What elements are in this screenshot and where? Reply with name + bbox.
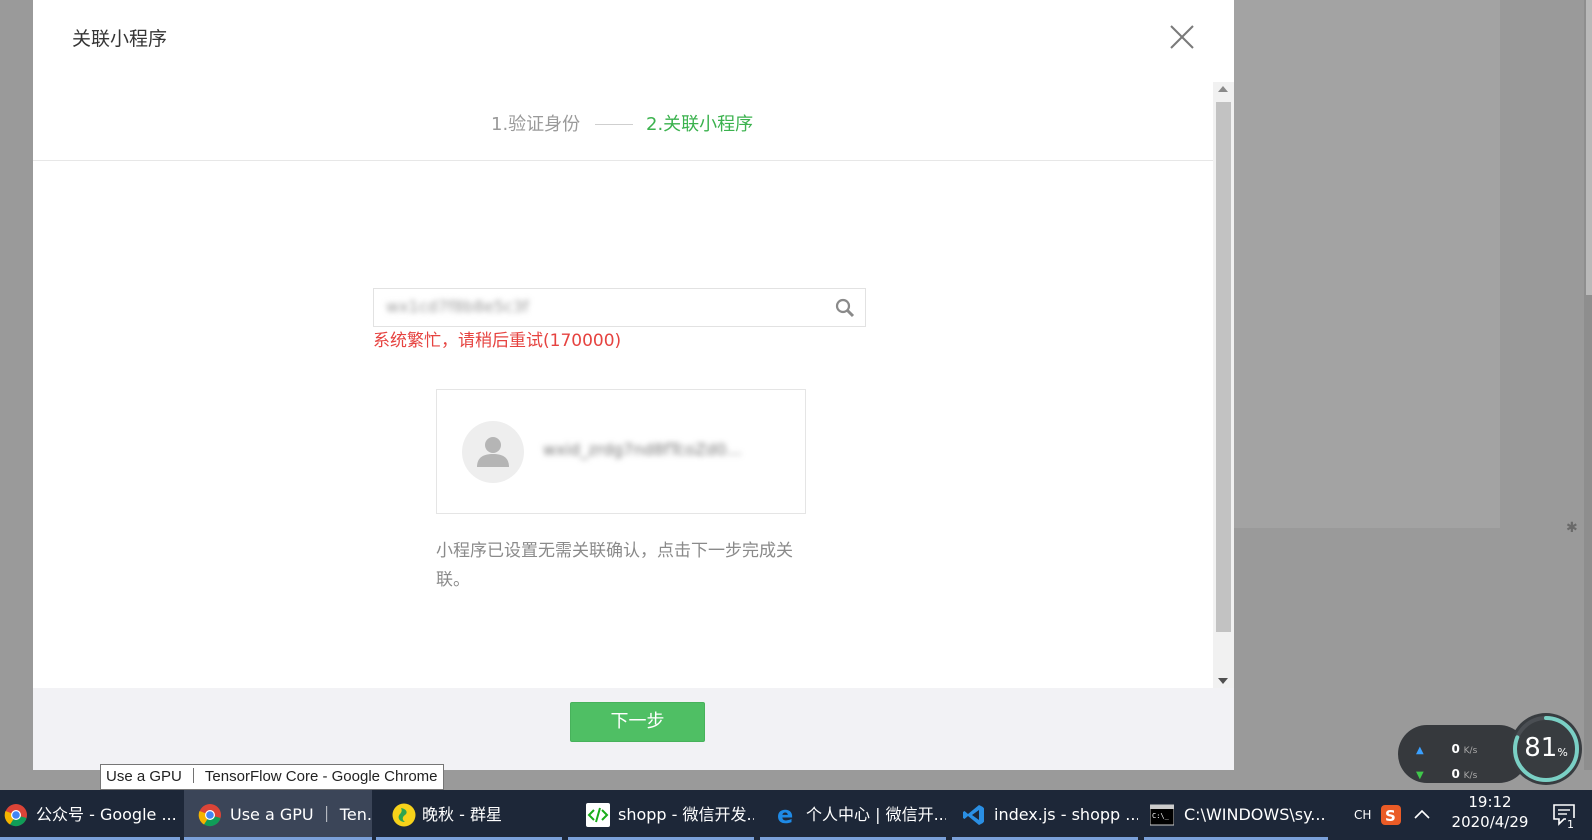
- network-speed-panel: ▲ 0 K/s ▼ 0 K/s: [1398, 725, 1528, 783]
- notification-center-button[interactable]: 1: [1546, 790, 1586, 840]
- download-speed-value: 0: [1451, 767, 1460, 781]
- taskbar-item-vscode[interactable]: index.js - shopp ...: [952, 790, 1138, 840]
- taskbar-item-chrome-tensorflow[interactable]: Use a GPU ｜ Ten...: [184, 790, 372, 840]
- music-player-icon: [392, 803, 416, 827]
- avatar: [462, 421, 524, 483]
- svg-text:e: e: [777, 803, 793, 827]
- miniprogram-name: wxid_zrdg7nd8fTcoZd0...: [543, 440, 742, 459]
- step-indicator: 1.验证身份 2.关联小程序: [33, 110, 1213, 142]
- upload-speed-unit: K/s: [1463, 746, 1478, 756]
- background-panel: [1214, 0, 1500, 528]
- taskbar-item-label: 晚秋 - 群星: [422, 805, 502, 824]
- scroll-up-arrow-icon[interactable]: [1218, 86, 1228, 92]
- dialog-scrollbar[interactable]: [1213, 82, 1234, 688]
- taskbar-item-label: 个人中心 | 微信开...: [806, 805, 946, 824]
- step-link-miniprogram: 2.关联小程序: [646, 114, 754, 135]
- taskbar-item-label: Use a GPU ｜ Ten...: [230, 805, 372, 824]
- edge-icon: e: [777, 803, 793, 827]
- taskbar-item-label: index.js - shopp ...: [994, 805, 1138, 824]
- wechat-devtools-icon: [586, 803, 610, 827]
- vscode-icon: [963, 805, 984, 825]
- taskbar: 公众号 - Google ... Use a GPU ｜ Ten... 晚秋 -…: [0, 790, 1592, 840]
- search-error-message: 系统繁忙，请稍后重试(170000): [373, 331, 622, 351]
- taskbar-item-wechat-devtools[interactable]: shopp - 微信开发...: [568, 790, 754, 840]
- close-button[interactable]: [1167, 22, 1197, 52]
- download-speed: ▼ 0 K/s: [1416, 767, 1477, 781]
- notification-count: 1: [1566, 818, 1575, 831]
- scroll-down-arrow-icon[interactable]: [1218, 678, 1228, 684]
- show-hidden-icons-button[interactable]: [1412, 790, 1434, 840]
- dialog-title: 关联小程序: [72, 28, 168, 50]
- sogou-icon: S: [1381, 805, 1401, 825]
- memory-usage-gauge[interactable]: 81%: [1510, 713, 1582, 785]
- appid-search-input[interactable]: wx1cd7f8b8e5c3f: [373, 288, 866, 327]
- close-icon[interactable]: [1167, 22, 1197, 52]
- step-verify-identity: 1.验证身份: [491, 114, 581, 135]
- clock-time: 19:12: [1468, 793, 1512, 811]
- gauge-value: 81%: [1510, 733, 1582, 763]
- divider: [33, 160, 1213, 161]
- clock-date: 2020/4/29: [1451, 813, 1529, 831]
- svg-text:S: S: [1385, 807, 1396, 825]
- taskbar-item-music[interactable]: 晚秋 - 群星: [376, 790, 562, 840]
- taskbar-item-label: shopp - 微信开发...: [618, 805, 754, 824]
- chrome-icon: [4, 804, 27, 827]
- step-connector: [595, 124, 633, 125]
- cmd-icon: C:\_: [1150, 804, 1174, 826]
- taskbar-tooltip: Use a GPU ｜ TensorFlow Core - Google Chr…: [100, 764, 444, 790]
- dialog-footer: 下一步: [33, 688, 1234, 770]
- miniprogram-card: wxid_zrdg7nd8fTcoZd0...: [436, 389, 806, 514]
- ime-indicator[interactable]: CH: [1354, 790, 1374, 840]
- upload-speed-value: 0: [1451, 742, 1460, 756]
- taskbar-item-edge[interactable]: e 个人中心 | 微信开...: [760, 790, 946, 840]
- background-scrollbar-thumb[interactable]: [1586, 0, 1592, 295]
- clock[interactable]: 19:12 2020/4/29: [1440, 790, 1540, 840]
- upload-speed: ▲ 0 K/s: [1416, 742, 1477, 756]
- chevron-up-icon: [1414, 809, 1430, 819]
- network-speed-widget[interactable]: ▲ 0 K/s ▼ 0 K/s 81%: [1398, 713, 1582, 785]
- taskbar-item-chrome-gongzhonghao[interactable]: 公众号 - Google ...: [0, 790, 180, 840]
- link-miniprogram-dialog: 关联小程序 1.验证身份 2.关联小程序 wx1cd7f8b8e5c3f 系统繁…: [33, 0, 1234, 770]
- background-scrollbar[interactable]: [1584, 0, 1592, 770]
- dialog-scrollbar-thumb[interactable]: [1216, 102, 1231, 632]
- gauge-number: 81: [1524, 733, 1558, 763]
- gauge-unit: %: [1557, 746, 1568, 759]
- chrome-icon: [198, 804, 221, 827]
- pin-icon: ✱: [1566, 520, 1578, 536]
- sogou-ime-button[interactable]: S: [1380, 790, 1402, 840]
- hint-text: 小程序已设置无需关联确认，点击下一步完成关联。: [436, 541, 793, 590]
- taskbar-item-label: 公众号 - Google ...: [36, 805, 177, 824]
- next-step-button[interactable]: 下一步: [570, 702, 705, 742]
- download-arrow-icon: ▼: [1416, 770, 1424, 781]
- user-icon: [477, 437, 509, 467]
- taskbar-item-label: C:\WINDOWS\sy...: [1184, 805, 1326, 824]
- search-input-value[interactable]: wx1cd7f8b8e5c3f: [386, 297, 529, 316]
- svg-text:C:\_: C:\_: [1152, 812, 1170, 820]
- download-speed-unit: K/s: [1463, 771, 1478, 781]
- taskbar-item-cmd[interactable]: C:\_ C:\WINDOWS\sy...: [1144, 790, 1328, 840]
- dialog-body: 1.验证身份 2.关联小程序 wx1cd7f8b8e5c3f 系统繁忙，请稍后重…: [33, 82, 1234, 688]
- search-icon[interactable]: [835, 298, 855, 318]
- upload-arrow-icon: ▲: [1416, 745, 1424, 756]
